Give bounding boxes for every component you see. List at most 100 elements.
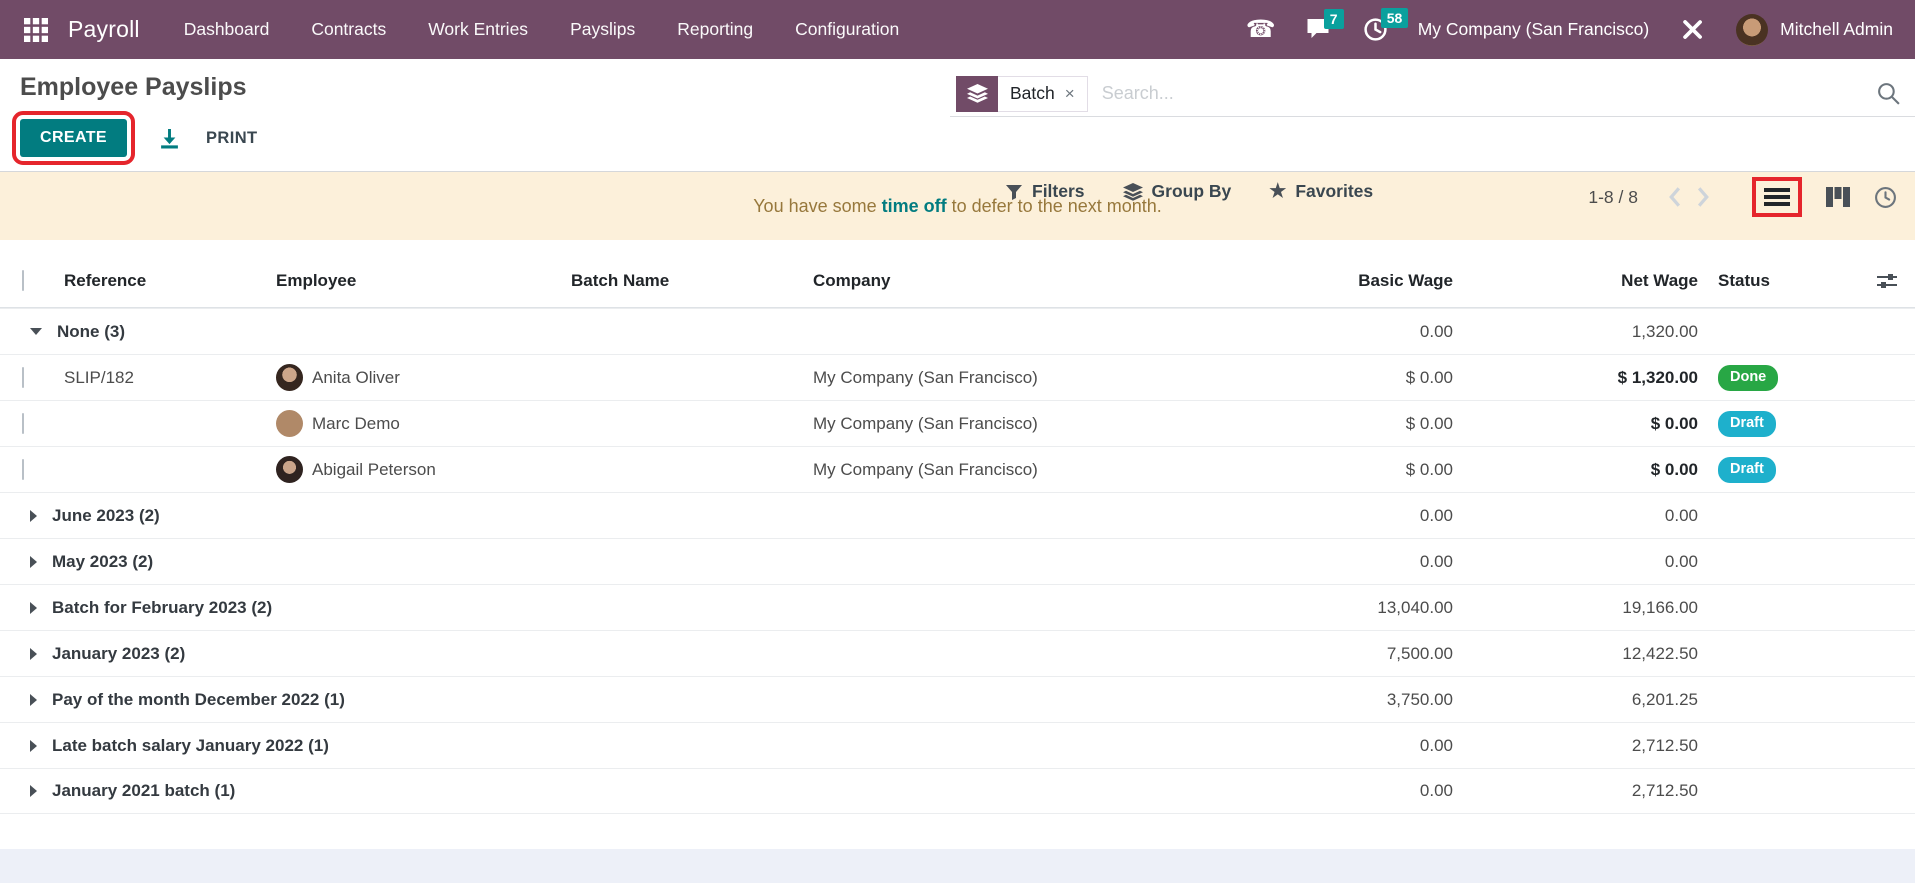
group-caret-icon[interactable] (30, 328, 42, 335)
company-switcher[interactable]: My Company (San Francisco) (1418, 19, 1649, 40)
group-row[interactable]: June 2023 (2) 0.00 0.00 (0, 492, 1915, 538)
export-download-icon[interactable] (159, 128, 180, 149)
group-row[interactable]: January 2021 batch (1) 0.00 2,712.50 (0, 768, 1915, 814)
activities-icon[interactable]: 58 (1363, 8, 1409, 42)
select-all-checkbox[interactable] (22, 269, 24, 291)
group-row[interactable]: None (3) 0.00 1,320.00 (0, 308, 1915, 354)
row-checkbox[interactable] (22, 412, 24, 434)
pager-previous-icon[interactable] (1660, 186, 1689, 208)
menu-reporting[interactable]: Reporting (677, 19, 753, 40)
group-row[interactable]: Pay of the month December 2022 (1) 3,750… (0, 676, 1915, 722)
column-options-icon[interactable] (1860, 272, 1915, 290)
voip-phone-icon[interactable]: ☎ (1246, 17, 1276, 42)
filters-button[interactable]: Filters (1005, 181, 1085, 202)
kanban-view-button[interactable] (1826, 187, 1850, 207)
header-net-wage[interactable]: Net Wage (1465, 271, 1710, 291)
group-label: January 2023 (2) (52, 643, 186, 663)
group-caret-icon[interactable] (30, 693, 37, 706)
apps-grid-icon[interactable] (14, 17, 58, 42)
row-checkbox[interactable] (22, 458, 24, 480)
group-basic-wage: 13,040.00 (1377, 597, 1453, 617)
group-caret-icon[interactable] (30, 555, 37, 568)
group-label: May 2023 (2) (52, 551, 154, 571)
header-basic-wage[interactable]: Basic Wage (1155, 271, 1465, 291)
list-view-icon (1764, 188, 1790, 206)
header-batch-name[interactable]: Batch Name (571, 271, 813, 291)
group-caret-icon[interactable] (30, 509, 37, 522)
row-net-wage: $ 1,320.00 (1617, 367, 1698, 387)
employee-name: Marc Demo (312, 413, 400, 433)
employee-avatar (276, 364, 303, 391)
payslip-table-body: None (3) 0.00 1,320.00 SLIP/182 Anita Ol… (0, 308, 1915, 814)
group-basic-wage: 0.00 (1419, 735, 1453, 755)
search-icon[interactable] (1876, 81, 1901, 106)
group-caret-icon[interactable] (30, 601, 37, 614)
group-row[interactable]: Batch for February 2023 (2) 13,040.00 19… (0, 584, 1915, 630)
user-menu[interactable]: Mitchell Admin (1780, 19, 1893, 40)
pager-range: 1-8 / 8 (1588, 186, 1638, 207)
group-net-wage: 2,712.50 (1631, 781, 1698, 800)
pager-and-views: 1-8 / 8 (1588, 177, 1915, 217)
activity-view-button[interactable] (1874, 186, 1897, 209)
group-net-wage: 0.00 (1664, 551, 1698, 571)
group-label: January 2021 batch (1) (52, 781, 236, 800)
group-by-button[interactable]: Group By (1122, 181, 1231, 202)
group-label: None (3) (57, 321, 125, 341)
header-employee[interactable]: Employee (276, 271, 571, 291)
status-badge: Draft (1718, 410, 1776, 437)
funnel-icon (1006, 184, 1022, 200)
group-caret-icon[interactable] (30, 739, 37, 752)
facet-remove-icon[interactable]: × (1065, 84, 1075, 104)
menu-contracts[interactable]: Contracts (311, 19, 386, 40)
group-basic-wage: 0.00 (1419, 505, 1453, 525)
payslip-row[interactable]: Abigail Peterson My Company (San Francis… (0, 446, 1915, 492)
user-avatar[interactable] (1736, 13, 1769, 46)
header-status[interactable]: Status (1710, 271, 1860, 291)
view-switcher (1752, 177, 1897, 217)
payslip-row[interactable]: Marc Demo My Company (San Francisco) $ 0… (0, 400, 1915, 446)
facet-label: Batch (1010, 83, 1055, 103)
pager-next-icon[interactable] (1689, 186, 1718, 208)
row-basic-wage: $ 0.00 (1405, 459, 1453, 479)
employee-name: Anita Oliver (312, 367, 400, 387)
row-company: My Company (San Francisco) (813, 367, 1038, 387)
control-panel: Employee Payslips CREATE PRINT Batch × S… (0, 59, 1915, 217)
app-name[interactable]: Payroll (68, 16, 140, 43)
group-row[interactable]: May 2023 (2) 0.00 0.00 (0, 538, 1915, 584)
group-label: Late batch salary January 2022 (1) (52, 735, 329, 755)
header-company[interactable]: Company (813, 271, 1155, 291)
topbar-systray: ☎ 7 58 My Company (San Francisco) Mitche… (1246, 8, 1893, 46)
create-button[interactable]: CREATE (12, 111, 135, 165)
group-caret-icon[interactable] (30, 647, 37, 660)
search-input[interactable] (1087, 83, 1876, 104)
group-net-wage: 6,201.25 (1631, 689, 1698, 709)
status-badge: Done (1718, 364, 1779, 391)
search-facet-batch[interactable]: Batch × (956, 75, 1088, 112)
group-basic-wage: 0.00 (1419, 781, 1453, 800)
menu-configuration[interactable]: Configuration (795, 19, 899, 40)
messages-icon[interactable]: 7 (1306, 8, 1344, 42)
page-title: Employee Payslips (20, 73, 247, 101)
group-net-wage: 0.00 (1664, 505, 1698, 525)
menu-payslips[interactable]: Payslips (570, 19, 635, 40)
list-view-button[interactable] (1752, 177, 1802, 217)
print-button[interactable]: PRINT (206, 129, 258, 148)
header-reference[interactable]: Reference (64, 271, 276, 291)
group-caret-icon[interactable] (30, 785, 37, 797)
row-net-wage: $ 0.00 (1650, 413, 1698, 433)
group-net-wage: 2,712.50 (1631, 735, 1698, 755)
group-basic-wage: 7,500.00 (1386, 643, 1453, 663)
menu-work-entries[interactable]: Work Entries (428, 19, 528, 40)
group-row[interactable]: Late batch salary January 2022 (1) 0.00 … (0, 722, 1915, 768)
group-net-wage: 19,166.00 (1622, 597, 1698, 617)
favorites-button[interactable]: ★ Favorites (1269, 181, 1373, 202)
search-bar: Batch × (950, 71, 1915, 117)
debug-tools-icon[interactable] (1679, 16, 1706, 43)
table-header-row: Reference Employee Batch Name Company Ba… (0, 254, 1915, 308)
group-label: Batch for February 2023 (2) (52, 597, 273, 617)
time-off-link[interactable]: time off (882, 196, 947, 217)
payslip-row[interactable]: SLIP/182 Anita Oliver My Company (San Fr… (0, 354, 1915, 400)
menu-dashboard[interactable]: Dashboard (184, 19, 270, 40)
group-row[interactable]: January 2023 (2) 7,500.00 12,422.50 (0, 630, 1915, 676)
row-checkbox[interactable] (22, 366, 24, 388)
